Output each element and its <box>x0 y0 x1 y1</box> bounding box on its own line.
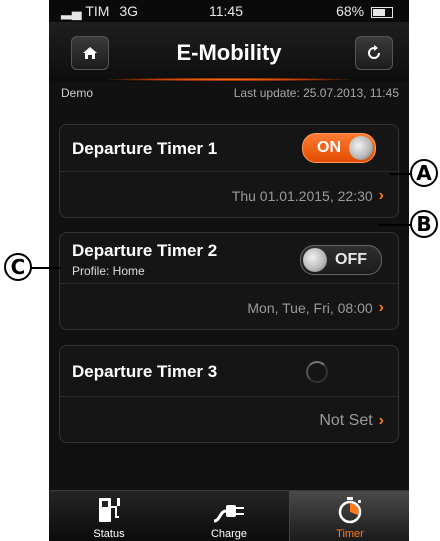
callout-a: A <box>410 159 438 187</box>
timer-1-toggle[interactable]: ON <box>302 133 376 163</box>
refresh-icon <box>368 45 380 59</box>
status-bar: ▂▄ TIM 3G 11:45 68% <box>49 0 409 22</box>
toggle-knob <box>303 248 327 272</box>
toggle-knob <box>349 136 373 160</box>
last-update-label: Last update: 25.07.2013, 11:45 <box>233 86 399 100</box>
divider <box>60 283 398 284</box>
callout-b-line <box>378 224 414 226</box>
chevron-right-icon: › <box>378 412 384 429</box>
clock: 11:45 <box>209 3 243 19</box>
timer-3-schedule-link[interactable]: Not Set › <box>319 412 384 430</box>
chevron-right-icon: › <box>378 299 384 316</box>
title-accent-line <box>109 78 349 81</box>
divider <box>60 171 398 172</box>
timer-title: Departure Timer 1 <box>72 139 218 158</box>
timer-1-schedule-link[interactable]: Thu 01.01.2015, 22:30 › <box>232 187 384 205</box>
loading-spinner-icon <box>306 361 328 383</box>
tab-charge[interactable]: Charge <box>169 491 289 541</box>
stopwatch-icon <box>338 497 362 524</box>
timer-card-2: Departure Timer 2 Profile: Home OFF Mon,… <box>59 232 399 330</box>
timer-2-toggle[interactable]: OFF <box>300 245 382 275</box>
toggle-state-label: ON <box>317 139 341 156</box>
timer-card-3: Departure Timer 3 Not Set › <box>59 345 399 443</box>
battery-indicator: 68% <box>336 3 393 19</box>
carrier: ▂▄ TIM 3G <box>61 3 139 19</box>
callout-c: C <box>4 253 32 281</box>
chevron-right-icon: › <box>378 187 384 204</box>
toggle-state-label: OFF <box>335 251 367 268</box>
timer-title: Departure Timer 2 <box>72 241 218 260</box>
timer-profile: Profile: Home <box>72 264 145 278</box>
battery-icon <box>371 6 393 18</box>
info-bar: Demo Last update: 25.07.2013, 11:45 <box>49 82 409 104</box>
charging-station-icon <box>99 498 120 522</box>
callout-c-line <box>30 267 60 269</box>
nav-bar: E-Mobility <box>49 22 409 82</box>
phone-screen: ▂▄ TIM 3G 11:45 68% E-Mobility Demo Last… <box>49 0 409 541</box>
callout-b: B <box>410 210 438 238</box>
timer-2-schedule-link[interactable]: Mon, Tue, Fri, 08:00 › <box>247 299 384 317</box>
plug-icon <box>213 505 244 523</box>
mode-label: Demo <box>61 86 94 100</box>
tab-bar: Status Charge Timer <box>49 490 409 541</box>
refresh-button[interactable] <box>355 36 393 70</box>
divider <box>60 396 398 397</box>
tab-status[interactable]: Status <box>49 491 169 541</box>
timer-title: Departure Timer 3 <box>72 362 218 381</box>
signal-icon: ▂▄ <box>61 3 82 19</box>
tab-timer[interactable]: Timer <box>289 491 409 541</box>
timer-card-1: Departure Timer 1 ON Thu 01.01.2015, 22:… <box>59 124 399 218</box>
